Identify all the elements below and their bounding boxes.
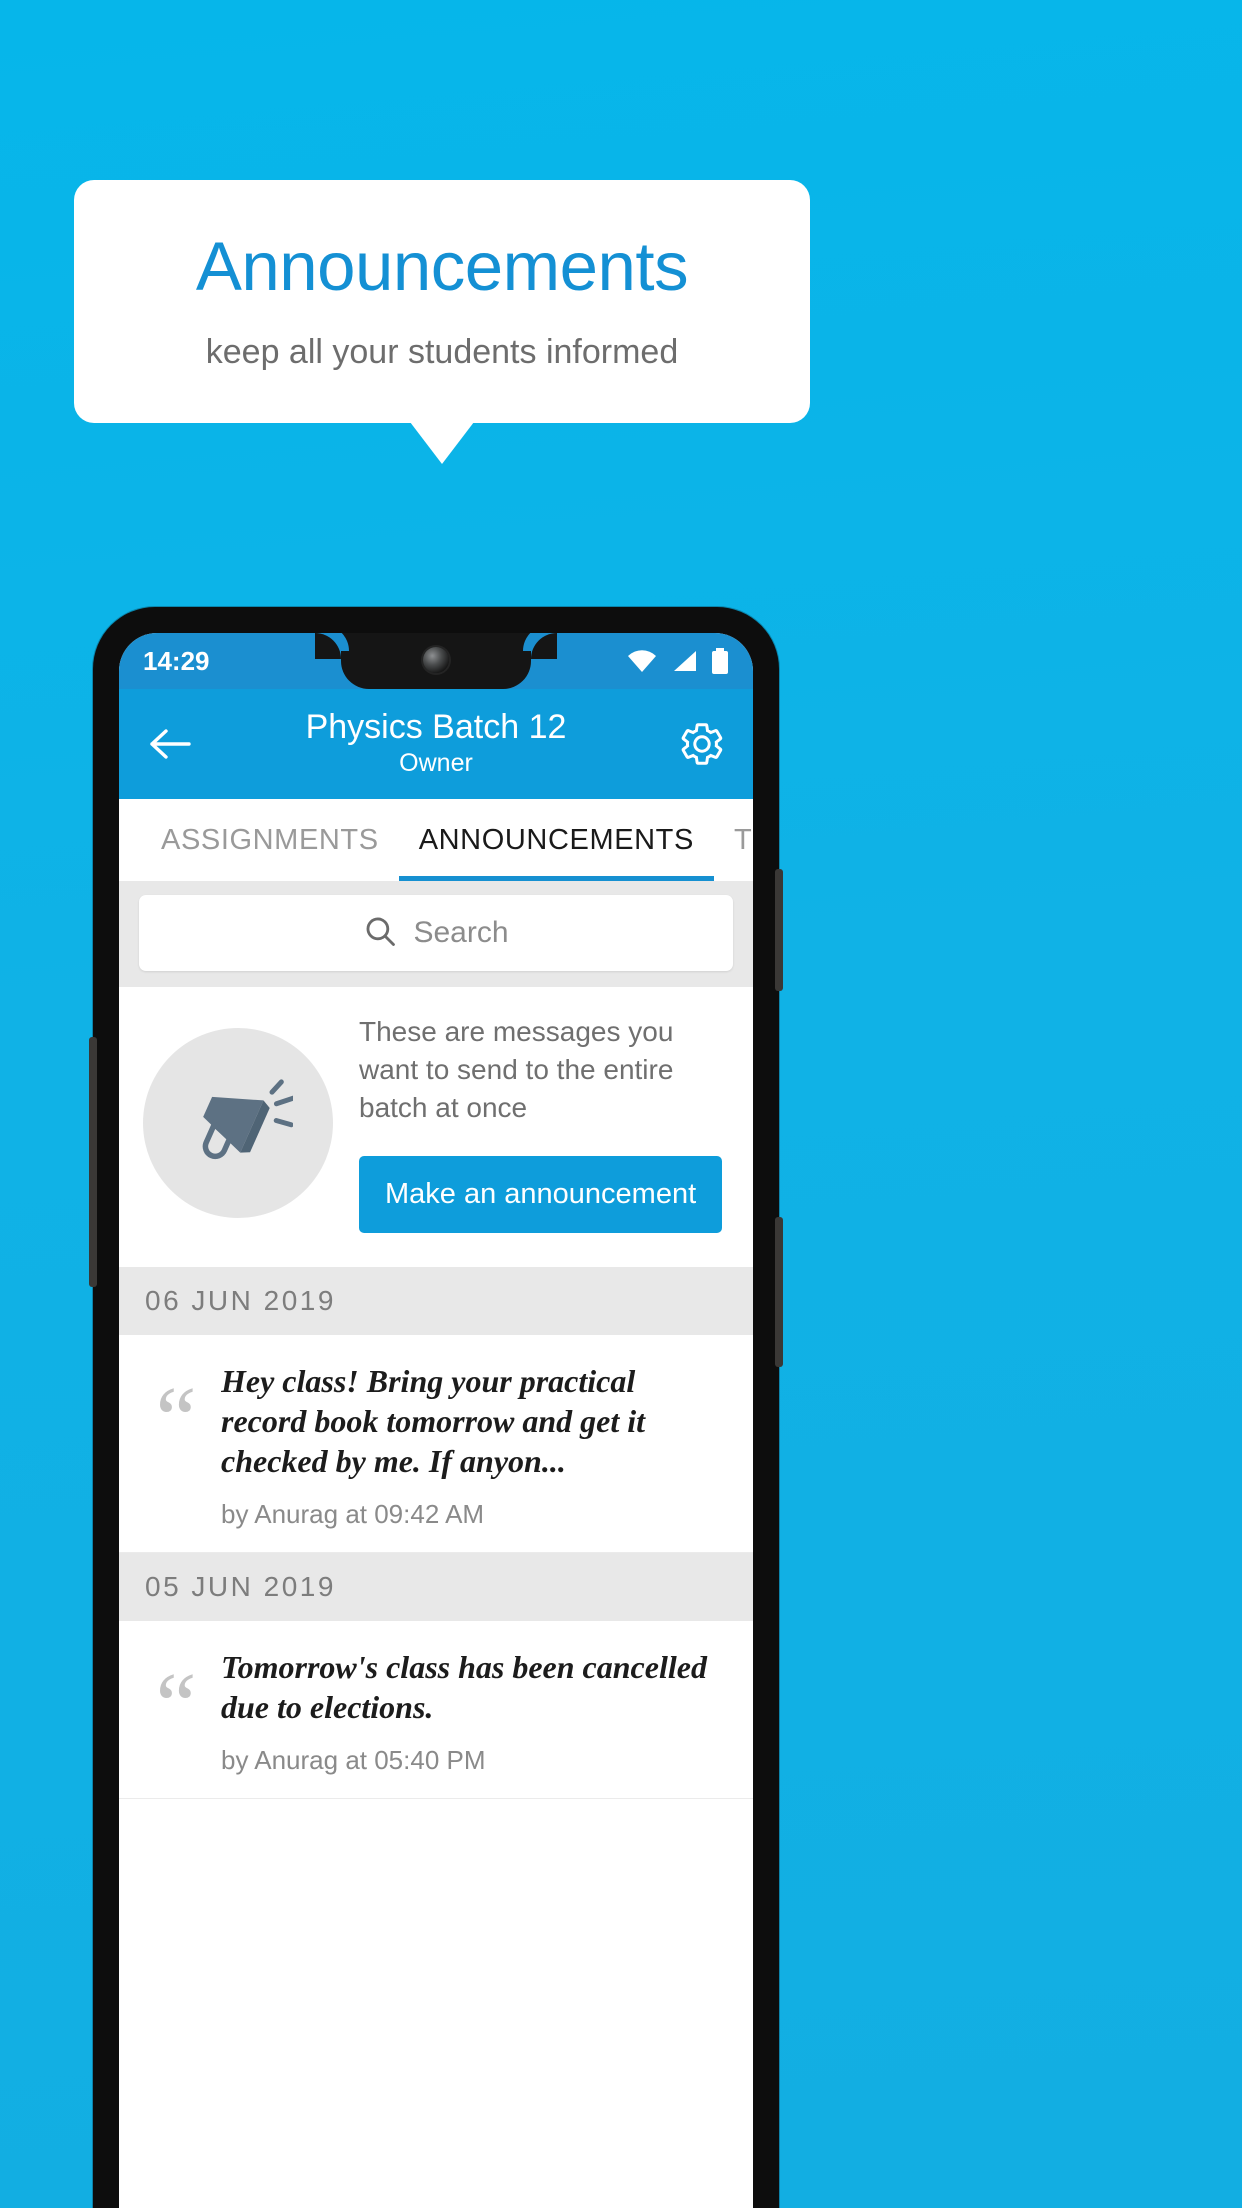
announcement-text: Tomorrow's class has been cancelled due … — [221, 1649, 707, 1726]
empty-state-description: These are messages you want to send to t… — [359, 1016, 674, 1123]
tab-announcements[interactable]: ANNOUNCEMENTS — [398, 799, 715, 881]
promo-bubble-tail — [410, 422, 474, 464]
status-bar-time: 14:29 — [143, 645, 210, 676]
phone-screen: 14:29 Physics Batch 12 Owner ASSIGNMENTS… — [119, 633, 753, 2208]
announcement-body: Tomorrow's class has been cancelled due … — [221, 1647, 727, 1776]
make-announcement-button[interactable]: Make an announcement — [359, 1156, 723, 1234]
megaphone-icon — [143, 1028, 333, 1219]
back-button[interactable] — [143, 717, 197, 771]
signal-icon — [671, 649, 697, 673]
page-title: Physics Batch 12 — [305, 707, 567, 746]
date-header: 05 JUN 2019 — [119, 1553, 753, 1622]
date-header: 06 JUN 2019 — [119, 1267, 753, 1336]
front-camera-icon — [423, 647, 449, 673]
announcement-text: Hey class! Bring your practical record b… — [221, 1363, 646, 1480]
announcement-list-item[interactable]: “ Hey class! Bring your practical record… — [119, 1335, 753, 1554]
battery-icon — [711, 648, 729, 674]
promo-speech-bubble: Announcements keep all your students inf… — [74, 180, 810, 423]
status-bar-icons — [627, 648, 729, 674]
tab-assignments[interactable]: ASSIGNMENTS — [141, 799, 399, 881]
tab-tests[interactable]: TESTS — [714, 799, 753, 881]
app-bar: Physics Batch 12 Owner — [119, 689, 753, 799]
settings-button[interactable] — [675, 717, 729, 771]
page-subtitle: Owner — [399, 748, 473, 777]
announcement-meta: by Anurag at 05:40 PM — [221, 1745, 486, 1776]
promo-subtitle: keep all your students informed — [205, 332, 679, 371]
announcement-meta: by Anurag at 09:42 AM — [221, 1499, 485, 1530]
volume-button[interactable] — [775, 1217, 783, 1367]
assistant-button[interactable] — [89, 1037, 97, 1287]
search-icon — [363, 914, 397, 953]
announcement-list: 06 JUN 2019 “ Hey class! Bring your prac… — [119, 1267, 753, 1800]
tab-bar: ASSIGNMENTS ANNOUNCEMENTS TESTS V — [119, 799, 753, 881]
announcement-body: Hey class! Bring your practical record b… — [221, 1361, 727, 1530]
search-section: Search — [119, 881, 753, 987]
wifi-icon — [627, 649, 657, 673]
announcement-empty-state: These are messages you want to send to t… — [119, 987, 753, 1268]
phone-notch — [315, 633, 557, 689]
promo-title: Announcements — [195, 227, 689, 305]
search-placeholder: Search — [413, 916, 509, 949]
empty-state-content: These are messages you want to send to t… — [359, 1013, 729, 1234]
quote-icon: “ — [155, 1368, 197, 1471]
announcement-list-item[interactable]: “ Tomorrow's class has been cancelled du… — [119, 1621, 753, 1800]
quote-icon: “ — [155, 1654, 197, 1757]
phone-device-frame: 14:29 Physics Batch 12 Owner ASSIGNMENTS… — [89, 607, 783, 2208]
app-bar-titles: Physics Batch 12 Owner — [197, 707, 675, 778]
power-button[interactable] — [775, 869, 783, 991]
search-input[interactable]: Search — [139, 895, 733, 971]
